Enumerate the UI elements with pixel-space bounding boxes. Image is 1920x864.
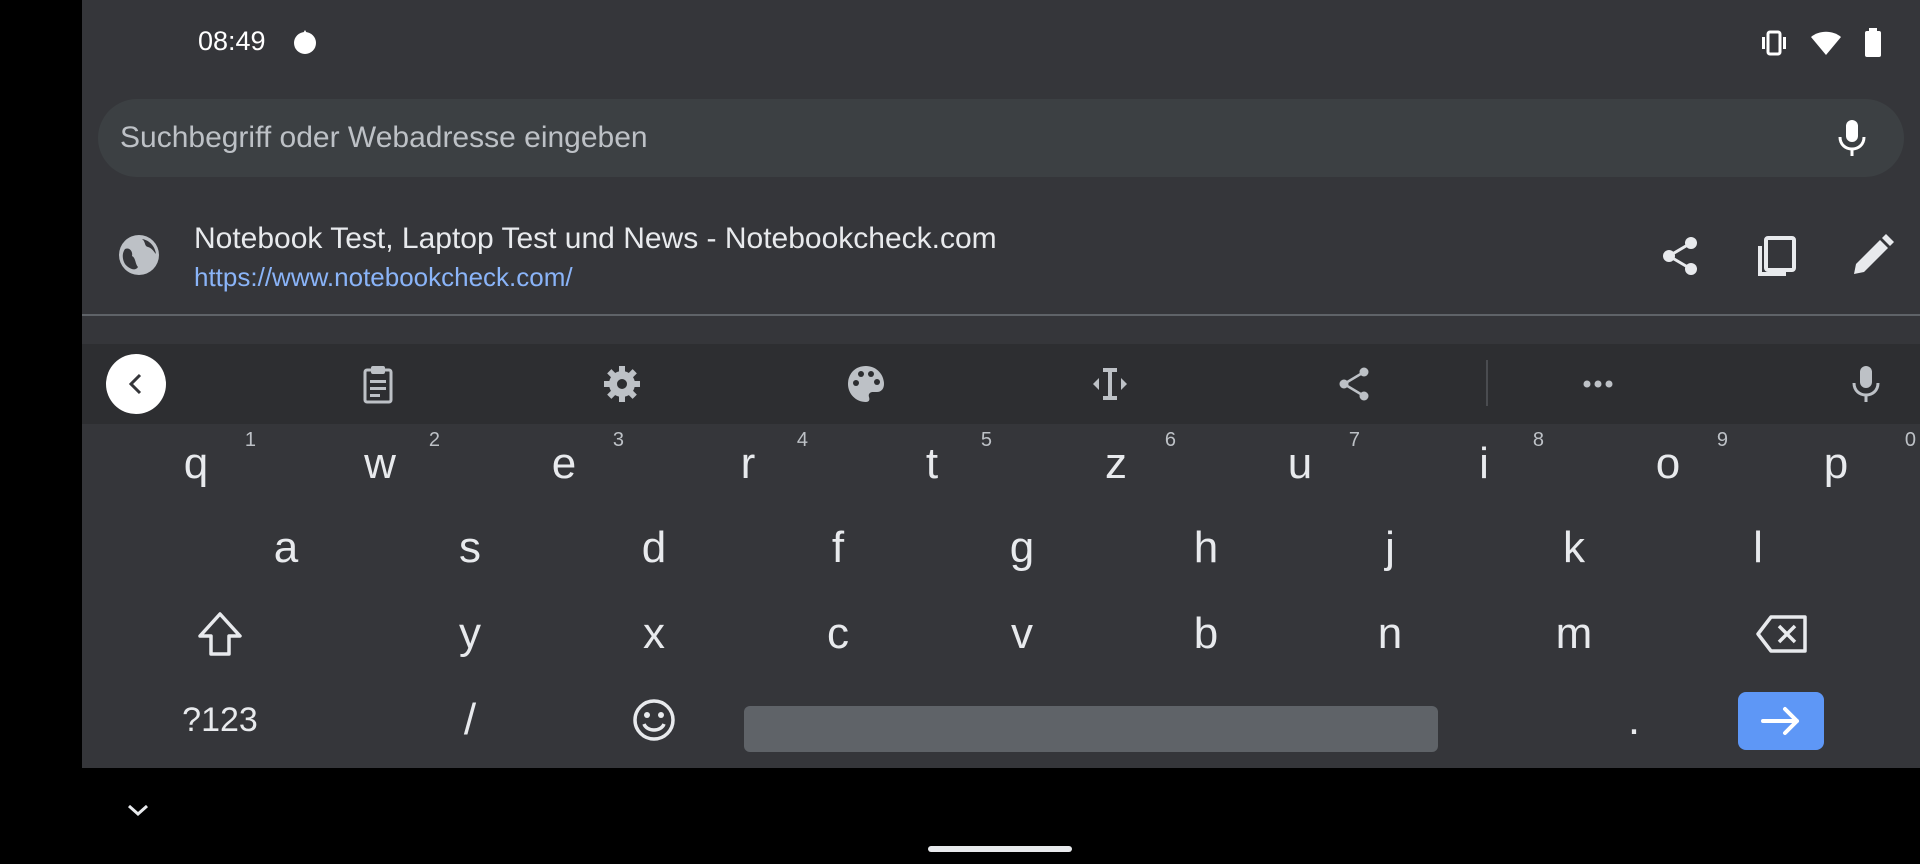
toolbar-separator [1486, 360, 1488, 406]
status-bar: 08:49 [82, 0, 1920, 86]
key-area: q1 w2 e3 r4 t5 z6 u7 i8 o9 p0 a s d f g … [82, 424, 1920, 768]
shift-key[interactable] [130, 594, 310, 674]
suggestion-row[interactable]: Notebook Test, Laptop Test und News - No… [82, 208, 1920, 314]
copy-icon[interactable] [1754, 234, 1798, 278]
back-icon [128, 373, 142, 395]
wifi-icon [1811, 31, 1841, 55]
key-n[interactable]: n [1300, 594, 1480, 674]
navigation-bar [0, 768, 1920, 864]
url-input[interactable] [120, 99, 1800, 177]
key-hint: 9 [1716, 429, 1728, 451]
suggestion-actions [1658, 234, 1894, 278]
key-j[interactable]: j [1300, 508, 1480, 588]
space-key[interactable] [744, 706, 1438, 752]
key-w[interactable]: w2 [290, 424, 470, 504]
key-hint: 5 [980, 429, 992, 451]
shift-icon [198, 612, 242, 656]
share-icon[interactable] [1658, 234, 1702, 278]
key-q[interactable]: q1 [106, 424, 286, 504]
key-hint: 6 [1164, 429, 1176, 451]
key-x[interactable]: x [564, 594, 744, 674]
key-h[interactable]: h [1116, 508, 1296, 588]
key-period[interactable]: . [1544, 680, 1724, 760]
clipboard-icon[interactable] [358, 364, 398, 404]
key-i[interactable]: i8 [1394, 424, 1574, 504]
key-hint: 2 [428, 429, 440, 451]
key-hint: 3 [612, 429, 624, 451]
key-v[interactable]: v [932, 594, 1112, 674]
microphone-icon[interactable] [1846, 364, 1886, 404]
settings-icon[interactable] [602, 364, 642, 404]
key-hint: 1 [244, 429, 256, 451]
edit-icon[interactable] [1850, 234, 1894, 278]
omnibox[interactable] [98, 99, 1904, 177]
key-y[interactable]: y [380, 594, 560, 674]
chevron-down-icon[interactable] [126, 798, 150, 822]
browser-app: 08:49 Suchbegriff oder Webadresse eingeb… [82, 0, 1920, 768]
key-s[interactable]: s [380, 508, 560, 588]
suggestion-url[interactable]: https://www.notebookcheck.com/ [194, 262, 573, 293]
key-u[interactable]: u7 [1210, 424, 1390, 504]
status-icons [1760, 28, 1882, 58]
key-slash[interactable]: / [380, 680, 560, 760]
app-notification-icon [294, 30, 316, 54]
key-r[interactable]: r4 [658, 424, 838, 504]
key-t[interactable]: t5 [842, 424, 1022, 504]
key-c[interactable]: c [748, 594, 928, 674]
arrow-right-icon [1761, 707, 1799, 735]
home-handle[interactable] [928, 846, 1072, 852]
key-hint: 0 [1904, 429, 1916, 451]
globe-icon [119, 235, 159, 275]
key-l[interactable]: l [1668, 508, 1848, 588]
emoji-key[interactable] [564, 680, 744, 760]
more-icon[interactable] [1578, 364, 1618, 404]
key-g[interactable]: g [932, 508, 1112, 588]
key-o[interactable]: o9 [1578, 424, 1758, 504]
backspace-icon [1756, 615, 1807, 653]
text-cursor-icon[interactable] [1090, 364, 1130, 404]
status-time: 08:49 [198, 26, 266, 56]
emoji-icon [633, 699, 675, 741]
key-k[interactable]: k [1484, 508, 1664, 588]
key-f[interactable]: f [748, 508, 928, 588]
key-b[interactable]: b [1116, 594, 1296, 674]
vibrate-icon [1762, 30, 1786, 56]
key-a[interactable]: a [196, 508, 376, 588]
suggestion-title: Notebook Test, Laptop Test und News - No… [194, 222, 997, 255]
keyboard-toolbar [82, 344, 1920, 424]
key-e[interactable]: e3 [474, 424, 654, 504]
divider [82, 314, 1920, 316]
key-hint: 7 [1348, 429, 1360, 451]
toolbar-back-button[interactable] [106, 354, 166, 414]
key-d[interactable]: d [564, 508, 744, 588]
share-icon[interactable] [1334, 364, 1374, 404]
enter-key[interactable] [1738, 692, 1824, 750]
symbols-key[interactable]: ?123 [130, 680, 310, 760]
key-p[interactable]: p0 [1746, 424, 1920, 504]
key-m[interactable]: m [1484, 594, 1664, 674]
microphone-icon[interactable] [1832, 118, 1872, 158]
backspace-key[interactable] [1692, 594, 1872, 674]
theme-icon[interactable] [846, 364, 886, 404]
battery-icon [1865, 28, 1881, 57]
key-hint: 4 [796, 429, 808, 451]
key-hint: 8 [1532, 429, 1544, 451]
key-z[interactable]: z6 [1026, 424, 1206, 504]
keyboard: q1 w2 e3 r4 t5 z6 u7 i8 o9 p0 a s d f g … [82, 344, 1920, 768]
